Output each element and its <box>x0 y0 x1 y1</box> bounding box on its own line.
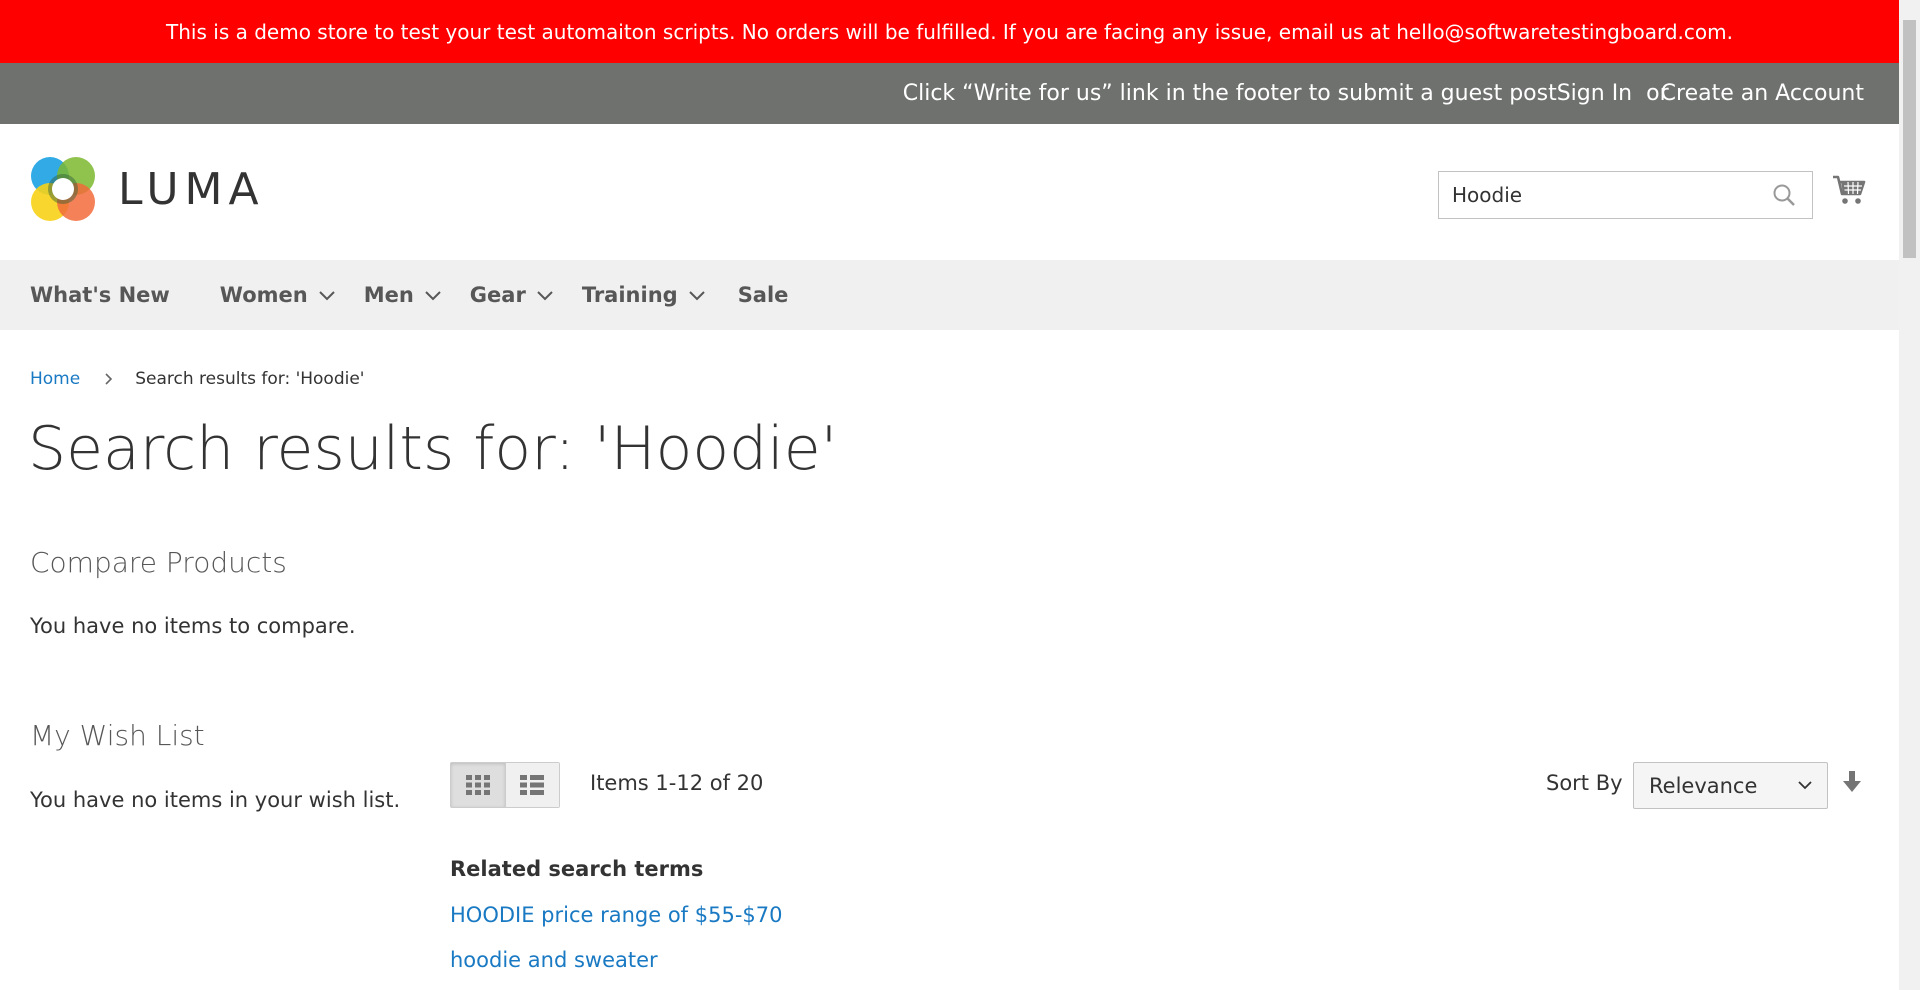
breadcrumb-home-link[interactable]: Home <box>30 369 80 389</box>
page-title: Search results for: 'Hoodie' <box>28 414 838 484</box>
sort-by-select[interactable]: Relevance <box>1633 762 1828 809</box>
nav-item-training[interactable]: Training <box>582 283 706 307</box>
nav-item-label: Training <box>581 283 678 307</box>
grid-icon <box>465 775 490 795</box>
search-input-value: Hoodie <box>1452 183 1523 207</box>
chevron-down-icon <box>1798 781 1812 790</box>
chevron-down-icon <box>425 291 441 301</box>
nav-item-label: Men <box>363 283 414 307</box>
nav-item-label: Sale <box>737 283 789 307</box>
compare-empty-message: You have no items to compare. <box>30 614 356 638</box>
nav-item-whats-new[interactable]: What's New <box>30 283 170 307</box>
sort-by-selected-value: Relevance <box>1649 773 1758 798</box>
panel-header: Click “Write for us” link in the footer … <box>0 63 1899 124</box>
related-search-terms-title: Related search terms <box>450 857 704 881</box>
demo-store-banner: This is a demo store to test your test a… <box>0 0 1899 63</box>
chevron-down-icon <box>318 291 335 301</box>
view-mode-switcher <box>450 762 560 808</box>
chevron-right-icon <box>105 373 113 385</box>
breadcrumb-current: Search results for: 'Hoodie' <box>135 369 365 389</box>
nav-item-label: Gear <box>469 283 526 307</box>
luma-logo-icon <box>31 157 95 221</box>
compare-products-title: Compare Products <box>30 546 287 579</box>
wishlist-title: My Wish List <box>30 719 205 752</box>
page-scrollbar[interactable] <box>1899 0 1920 990</box>
grid-view-button[interactable] <box>451 763 505 807</box>
main-navigation: What's New Women Men Gear Training Sale <box>0 260 1899 330</box>
sort-direction-arrow-icon[interactable] <box>1843 771 1861 797</box>
wishlist-empty-message: You have no items in your wish list. <box>30 788 401 812</box>
nav-item-women[interactable]: Women <box>220 283 336 307</box>
nav-item-label: Women <box>219 283 308 307</box>
nav-item-sale[interactable]: Sale <box>738 283 789 307</box>
chevron-down-icon <box>688 291 705 301</box>
luma-logo[interactable]: LUMA <box>30 156 265 222</box>
create-account-link[interactable]: Create an Account <box>1661 81 1864 106</box>
demo-banner-text: This is a demo store to test your test a… <box>166 19 1733 44</box>
toolbar-amount: Items 1-12 of 20 <box>590 771 764 795</box>
header-main: LUMA Hoodie <box>0 124 1899 260</box>
write-for-us-text: Click “Write for us” link in the footer … <box>902 81 1557 106</box>
nav-item-men[interactable]: Men <box>364 283 442 307</box>
breadcrumb: Home Search results for: 'Hoodie' <box>30 369 364 389</box>
list-icon <box>520 775 545 795</box>
sort-by-label: Sort By <box>1546 771 1623 795</box>
search-icon[interactable] <box>1772 183 1796 207</box>
nav-item-gear[interactable]: Gear <box>470 283 554 307</box>
chevron-down-icon <box>537 291 553 301</box>
nav-item-label: What's New <box>30 283 170 307</box>
related-term-link[interactable]: HOODIE price range of $55-$70 <box>450 903 783 927</box>
sign-in-link[interactable]: Sign In <box>1557 81 1632 106</box>
scrollbar-thumb[interactable] <box>1903 20 1916 258</box>
related-term-link[interactable]: hoodie and sweater <box>450 948 658 972</box>
list-view-button[interactable] <box>504 763 559 807</box>
search-input[interactable]: Hoodie <box>1438 171 1813 219</box>
logo-text: LUMA <box>118 163 265 215</box>
minicart-icon[interactable] <box>1832 174 1866 210</box>
